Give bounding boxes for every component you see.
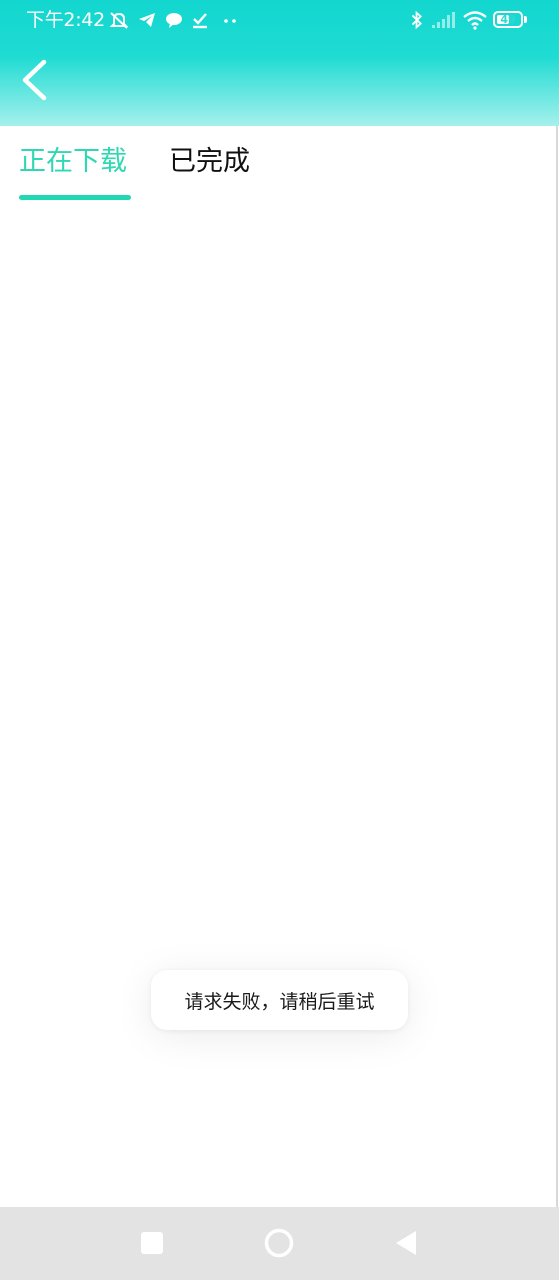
- error-toast: 请求失败，请稍后重试: [151, 970, 408, 1030]
- chevron-left-icon: [22, 59, 47, 101]
- back-triangle-icon[interactable]: [394, 1229, 418, 1257]
- signal-icon: [432, 12, 455, 28]
- status-time: 下午2:42: [26, 9, 105, 31]
- more-dots-icon: [224, 19, 236, 23]
- home-icon[interactable]: [264, 1228, 294, 1258]
- back-button[interactable]: [8, 52, 60, 108]
- battery-tip: [524, 16, 527, 23]
- tab-completed[interactable]: 已完成: [169, 144, 250, 180]
- bluetooth-icon: [411, 10, 422, 30]
- status-bar: 下午2:42 49: [0, 0, 559, 40]
- download-done-icon: [193, 13, 207, 29]
- battery-icon: 49: [493, 11, 523, 28]
- mute-icon: [109, 12, 129, 29]
- system-nav-bar: [0, 1207, 559, 1280]
- app-header: 下午2:42 49: [0, 0, 559, 126]
- telegram-icon: [139, 13, 155, 27]
- tab-downloading[interactable]: 正在下载: [19, 144, 127, 180]
- wifi-icon: [463, 11, 487, 30]
- recents-icon[interactable]: [141, 1232, 163, 1254]
- toast-message: 请求失败，请稍后重试: [184, 990, 375, 1013]
- scroll-edge: [556, 126, 558, 1207]
- chat-bubble-icon: [166, 13, 182, 28]
- battery-level: 49: [500, 13, 516, 26]
- tab-indicator: [19, 195, 131, 200]
